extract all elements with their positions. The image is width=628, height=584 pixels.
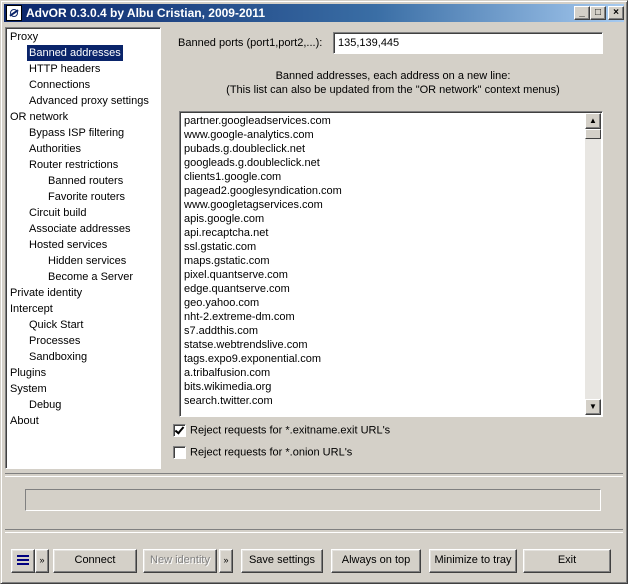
scroll-up-button[interactable]: ▲ (585, 113, 601, 129)
banned-addresses-list[interactable]: search.twitter.com bits.wikimedia.org a.tr… (179, 111, 603, 417)
address-line: pixel.quantserve.com (184, 269, 288, 281)
list-scrollbar[interactable]: ▲ ▼ (585, 113, 601, 415)
minimize-button[interactable]: _ (574, 6, 590, 20)
tree-item[interactable]: Circuit build (27, 205, 88, 221)
banned-addresses-panel: Banned ports (port1,port2,...): Banned a… (163, 27, 623, 469)
always-on-top-button[interactable]: Always on top (331, 549, 421, 573)
new-identity-more-button[interactable]: » (219, 549, 233, 573)
tree-item[interactable]: Router restrictions (27, 157, 120, 173)
reject-exit-checkbox[interactable] (173, 424, 186, 437)
address-line: clients1.google.com (184, 171, 282, 183)
tree-item[interactable]: Banned routers (46, 173, 125, 189)
reject-onion-option[interactable]: Reject requests for *.onion URL's (173, 446, 352, 462)
divider (5, 473, 623, 477)
address-line: googleads.g.doubleclick.net (184, 157, 320, 169)
reject-onion-checkbox[interactable] (173, 446, 186, 459)
tree-item[interactable]: About (8, 413, 41, 429)
app-icon[interactable] (6, 5, 22, 21)
banned-ports-label: Banned ports (port1,port2,...): (178, 37, 323, 49)
scroll-thumb[interactable] (585, 129, 601, 139)
address-line: www.google-analytics.com (184, 129, 314, 141)
tree-item[interactable]: Authorities (27, 141, 83, 157)
tree-item[interactable]: Bypass ISP filtering (27, 125, 126, 141)
address-line: api.recaptcha.net (184, 227, 269, 239)
address-line: a.tribalfusion.com (184, 367, 271, 379)
reject-exit-label: Reject requests for *.exitname.exit URL'… (190, 424, 391, 437)
status-bar (25, 489, 601, 511)
tree-item[interactable]: Intercept (8, 301, 55, 317)
tree-item[interactable]: Associate addresses (27, 221, 133, 237)
addresses-info-line1: Banned addresses, each address on a new … (275, 70, 511, 82)
tree-item[interactable]: Debug (27, 397, 63, 413)
address-line: partner.googleadservices.com (184, 115, 331, 127)
tree-item[interactable]: Processes (27, 333, 82, 349)
tree-item[interactable]: Connections (27, 77, 92, 93)
address-line: search.twitter.com (184, 395, 273, 407)
close-button[interactable]: × (608, 6, 624, 20)
address-line: pagead2.googlesyndication.com (184, 185, 342, 197)
address-line: pubads.g.doubleclick.net (184, 143, 306, 155)
tree-item[interactable]: Private identity (8, 285, 84, 301)
address-line: ssl.gstatic.com (184, 241, 257, 253)
tree-item[interactable]: Advanced proxy settings (27, 93, 151, 109)
tree-item[interactable]: HTTP headers (27, 61, 102, 77)
tree-item[interactable]: System (8, 381, 49, 397)
divider (5, 529, 623, 533)
connect-button[interactable]: Connect (53, 549, 137, 573)
new-identity-button[interactable]: New identity (143, 549, 217, 573)
window-title: AdvOR 0.3.0.4 by Albu Cristian, 2009-201… (26, 6, 265, 20)
tree-item[interactable]: Favorite routers (46, 189, 127, 205)
scroll-down-button[interactable]: ▼ (585, 399, 601, 415)
tree-item[interactable]: Sandboxing (27, 349, 89, 365)
address-line: s7.addthis.com (184, 325, 258, 337)
banned-ports-input[interactable] (333, 32, 603, 54)
address-line: nht-2.extreme-dm.com (184, 311, 295, 323)
minimize-to-tray-button[interactable]: Minimize to tray (429, 549, 517, 573)
address-line: bits.wikimedia.org (184, 381, 272, 393)
reject-exit-option[interactable]: Reject requests for *.exitname.exit URL'… (173, 424, 390, 440)
address-line: tags.expo9.exponential.com (184, 353, 321, 365)
tree-item[interactable]: Quick Start (27, 317, 85, 333)
address-line: apis.google.com (184, 213, 265, 225)
address-line: www.googletagservices.com (184, 199, 323, 211)
reject-onion-label: Reject requests for *.onion URL's (190, 446, 353, 459)
tree-item[interactable]: OR network (8, 109, 70, 125)
address-line: edge.quantserve.com (184, 283, 290, 295)
tree-item[interactable]: Proxy (8, 29, 40, 45)
tree-item[interactable]: Banned addresses (26, 44, 124, 62)
menu-icon (17, 555, 29, 567)
main-window: AdvOR 0.3.0.4 by Albu Cristian, 2009-201… (0, 0, 628, 584)
address-line: statse.webtrendslive.com (184, 339, 308, 351)
tree-item[interactable]: Hidden services (46, 253, 128, 269)
title-bar[interactable]: AdvOR 0.3.0.4 by Albu Cristian, 2009-201… (4, 4, 624, 22)
exit-button[interactable]: Exit (523, 549, 611, 573)
maximize-button[interactable]: □ (590, 6, 606, 20)
settings-tree[interactable]: Proxy Banned addresses HTTP headers Connect… (5, 27, 161, 469)
menu-button[interactable] (11, 549, 35, 573)
tree-item[interactable]: Plugins (8, 365, 48, 381)
address-line: maps.gstatic.com (184, 255, 270, 267)
menu-more-button[interactable]: » (35, 549, 49, 573)
address-line: geo.yahoo.com (184, 297, 260, 309)
save-settings-button[interactable]: Save settings (241, 549, 323, 573)
tree-item[interactable]: Become a Server (46, 269, 135, 285)
addresses-info-line2: (This list can also be updated from the … (226, 84, 560, 96)
tree-item[interactable]: Hosted services (27, 237, 109, 253)
